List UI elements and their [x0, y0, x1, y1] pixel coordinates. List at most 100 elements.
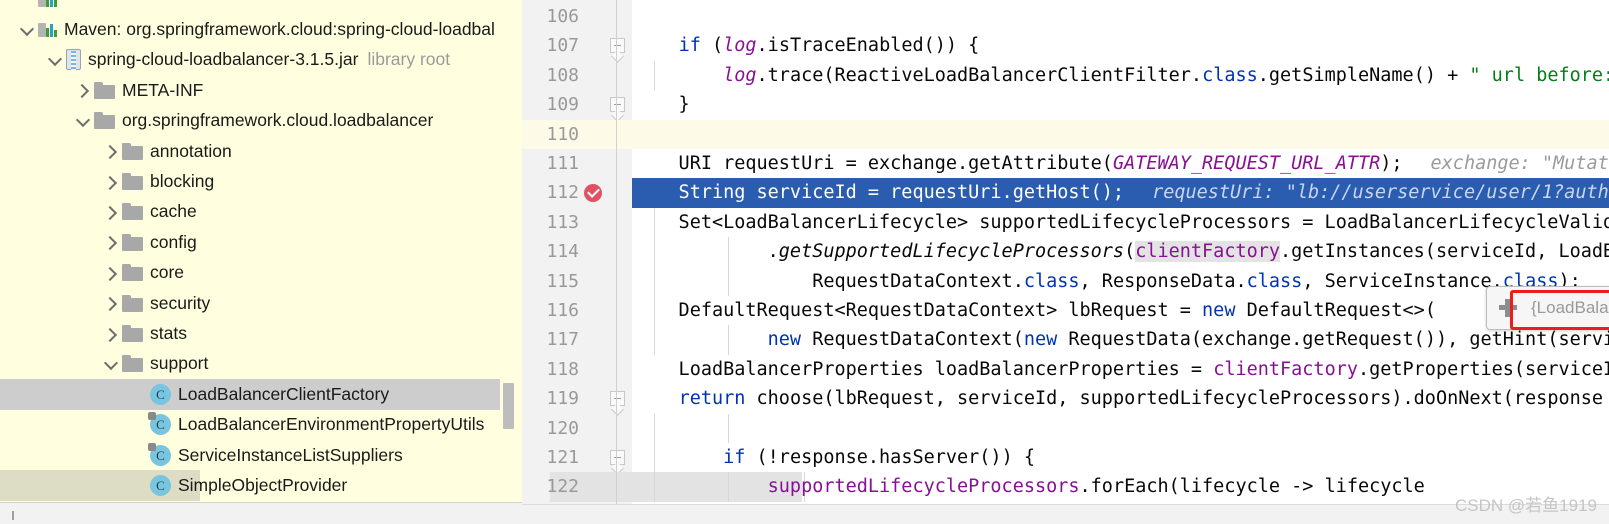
- indent-guide: [654, 413, 655, 443]
- code-fold-icon[interactable]: [610, 450, 625, 475]
- java-class-icon: C: [148, 412, 171, 436]
- tree-row[interactable]: cache: [0, 197, 522, 227]
- code-line[interactable]: DefaultRequest<RequestDataContext> lbReq…: [632, 296, 1609, 326]
- chevron-right-icon[interactable]: [102, 294, 120, 312]
- chevron-right-icon[interactable]: [102, 233, 120, 251]
- chevron-right-icon[interactable]: [102, 264, 120, 282]
- plus-icon[interactable]: [1499, 299, 1517, 317]
- tree-row[interactable]: core: [0, 258, 522, 288]
- tree-row[interactable]: spring-cloud-loadbalancer-3.1.5.jar libra…: [0, 45, 522, 75]
- tree-row[interactable]: stats: [0, 318, 522, 348]
- line-number: 122: [546, 476, 579, 498]
- tree-row-label: LoadBalancerEnvironmentPropertyUtils: [178, 414, 485, 435]
- breakpoint-icon[interactable]: [584, 184, 602, 203]
- code-line[interactable]: }: [632, 90, 1609, 119]
- code-line-text: return choose(lbRequest, serviceId, supp…: [678, 388, 1609, 410]
- java-class-icon: C: [148, 442, 171, 466]
- code-line-text: supportedLifecycleProcessors.forEach(lif…: [767, 476, 1425, 498]
- code-line-text: Set<LoadBalancerLifecycle> supportedLife…: [634, 211, 1609, 233]
- code-line[interactable]: .getSupportedLifecycleProcessors(clientF…: [632, 237, 1609, 267]
- ide-window: Maven: org.springframework.cloud:spring-…: [0, 0, 1609, 524]
- tree-row[interactable]: Maven: org.springframework.cloud:spring-…: [0, 14, 522, 44]
- tree-row[interactable]: [0, 0, 522, 14]
- folder-icon: [122, 233, 143, 251]
- project-tree-panel[interactable]: Maven: org.springframework.cloud:spring-…: [0, 0, 522, 524]
- tree-row[interactable]: support: [0, 349, 522, 379]
- chevron-down-icon[interactable]: [102, 355, 120, 373]
- chevron-right-icon[interactable]: [102, 142, 120, 160]
- code-line-text: new RequestDataContext(new RequestData(e…: [767, 329, 1609, 351]
- tree-row[interactable]: org.springframework.cloud.loadbalancer: [0, 106, 522, 136]
- tree-row-label: config: [150, 231, 197, 252]
- tree-row[interactable]: blocking: [0, 166, 522, 196]
- code-line[interactable]: URI requestUri = exchange.getAttribute(G…: [632, 149, 1609, 178]
- tree-panel-bottom-strip: [0, 502, 522, 524]
- tree-row-label: security: [150, 292, 211, 313]
- code-line[interactable]: [632, 2, 1609, 31]
- line-number: 112: [546, 182, 579, 204]
- debugger-inline-hint: exchange: "Mutati: [1430, 153, 1609, 174]
- code-line-text: if (!response.hasServer()) {: [723, 447, 1035, 468]
- line-number: 115: [546, 270, 579, 292]
- code-line[interactable]: RequestDataContext.class, ResponseData.c…: [632, 266, 1609, 296]
- code-editor[interactable]: 106 107 108 109 110 111 112 113 114 115 116 117 118 1…: [522, 0, 1609, 524]
- line-number: 116: [546, 300, 579, 321]
- chevron-down-icon[interactable]: [18, 21, 36, 39]
- tree-row[interactable]: annotation: [0, 136, 522, 166]
- code-line[interactable]: if (!response.hasServer()) {: [632, 443, 1609, 473]
- code-fold-icon[interactable]: [610, 97, 625, 123]
- folder-icon: [122, 173, 143, 191]
- folder-icon: [122, 294, 143, 312]
- code-line[interactable]: new RequestDataContext(new RequestData(e…: [632, 325, 1609, 355]
- line-number: 119: [546, 388, 579, 410]
- tree-row[interactable]: config: [0, 227, 522, 257]
- chevron-right-icon[interactable]: [102, 173, 120, 191]
- chevron-right-icon[interactable]: [102, 203, 120, 221]
- maven-icon: [38, 20, 57, 39]
- chevron-right-icon[interactable]: [102, 325, 120, 343]
- code-line-text: log.trace(ReactiveLoadBalancerClientFilt…: [723, 64, 1609, 86]
- code-fold-icon[interactable]: [610, 391, 625, 417]
- code-line[interactable]: return choose(lbRequest, serviceId, supp…: [632, 384, 1609, 413]
- code-line-text: LoadBalancerProperties loadBalancerPrope…: [634, 358, 1609, 380]
- tree-row[interactable]: C ServiceInstanceListSuppliers: [0, 440, 522, 470]
- code-line[interactable]: LoadBalancerProperties loadBalancerPrope…: [632, 355, 1609, 384]
- tree-row-label: core: [150, 262, 185, 283]
- line-number: 114: [546, 241, 579, 263]
- chevron-down-icon[interactable]: [46, 51, 64, 69]
- tree-row[interactable]: security: [0, 288, 522, 318]
- chevron-down-icon[interactable]: [74, 112, 92, 130]
- code-fold-icon[interactable]: [610, 38, 625, 64]
- debugger-value-tooltip[interactable]: {LoadBalancerClientFactory@10702}: [1486, 286, 1609, 330]
- code-line[interactable]: if (log.isTraceEnabled()) {: [632, 31, 1609, 60]
- tree-row-label: Maven: org.springframework.cloud:spring-…: [64, 19, 495, 40]
- tree-row[interactable]: C LoadBalancerClientFactory: [0, 379, 500, 410]
- line-number: 113: [546, 211, 579, 233]
- code-line[interactable]: log.trace(ReactiveLoadBalancerClientFilt…: [632, 60, 1609, 91]
- editor-gutter[interactable]: 106 107 108 109 110 111 112 113 114 115 116 117 118 1…: [522, 0, 632, 524]
- code-line-text: String serviceId = requestUri.getHost();: [634, 182, 1125, 204]
- line-number: 111: [546, 153, 579, 174]
- code-line[interactable]: Set<LoadBalancerLifecycle> supportedLife…: [632, 207, 1609, 238]
- tree-row[interactable]: META-INF: [0, 75, 522, 105]
- code-content[interactable]: if (log.isTraceEnabled()) { log.trace(Re…: [632, 0, 1609, 524]
- indent-guide: [728, 413, 729, 443]
- tree-vertical-scrollbar[interactable]: [503, 383, 514, 429]
- folder-icon: [94, 81, 115, 99]
- code-line-text: DefaultRequest<RequestDataContext> lbReq…: [634, 300, 1436, 321]
- tree-row-label: org.springframework.cloud.loadbalancer: [122, 110, 434, 131]
- chevron-right-icon[interactable]: [74, 81, 92, 99]
- code-line[interactable]: [632, 119, 1609, 149]
- folder-icon: [122, 203, 143, 221]
- code-line-text: if (log.isTraceEnabled()) {: [678, 35, 980, 57]
- tree-row[interactable]: C LoadBalancerEnvironmentPropertyUtils: [0, 410, 522, 440]
- folder-icon: [122, 142, 143, 160]
- code-line[interactable]: String serviceId = requestUri.getHost();…: [632, 178, 1609, 208]
- code-line[interactable]: [632, 413, 1609, 443]
- tree-row[interactable]: C SimpleObjectProvider: [0, 470, 347, 501]
- line-number: 110: [546, 123, 579, 145]
